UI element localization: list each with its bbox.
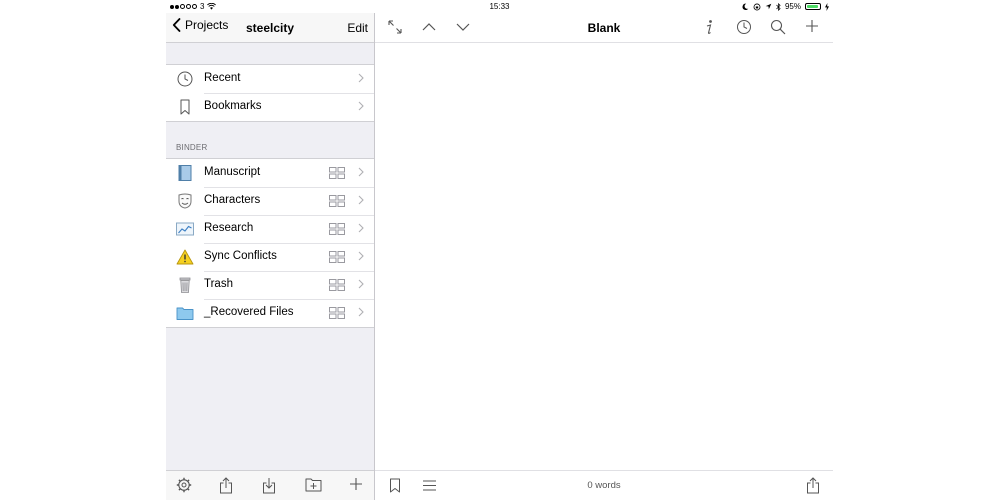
scrivener-app: 3 15:33 95% Projects steelcity Edit Rece… <box>166 0 833 500</box>
research-icon <box>176 222 194 236</box>
warning-icon <box>176 249 194 265</box>
sidebar-item-label: Recent <box>204 72 241 84</box>
binder-item-label: Characters <box>204 194 261 206</box>
chevron-right-icon <box>358 167 364 177</box>
binder-item-manuscript[interactable]: Manuscript <box>166 159 374 187</box>
bluetooth-icon <box>776 2 781 11</box>
binder-item-label: Manuscript <box>204 166 261 178</box>
trash-icon <box>179 277 191 293</box>
binder-item-trash[interactable]: Trash <box>166 271 374 299</box>
share-icon[interactable] <box>219 477 233 494</box>
battery-icon <box>805 3 821 10</box>
manuscript-icon <box>178 165 192 181</box>
word-count: 0 words <box>587 480 621 491</box>
binder-item-characters[interactable]: Characters <box>166 187 374 215</box>
moon-icon <box>742 3 749 10</box>
binder-item-label: _Recovered Files <box>204 306 294 318</box>
sidebar-toolbar <box>166 470 374 500</box>
chevron-right-icon <box>358 101 364 111</box>
location-icon <box>765 3 772 10</box>
history-icon[interactable] <box>736 19 752 35</box>
corkboard-icon[interactable] <box>329 307 345 319</box>
text-editor[interactable] <box>375 43 833 471</box>
share-icon[interactable] <box>806 477 820 494</box>
editor-pane: Blank 0 words <box>375 13 833 500</box>
binder-sidebar: Projects steelcity Edit Recent Bookmarks <box>166 13 375 500</box>
binder-item-recovered-files[interactable]: _Recovered Files <box>166 299 374 327</box>
binder-item-sync-conflicts[interactable]: Sync Conflicts <box>166 243 374 271</box>
sidebar-nav-bar: Projects steelcity Edit <box>166 13 374 43</box>
inspector-icon[interactable] <box>703 19 715 36</box>
edit-button[interactable]: Edit <box>347 21 368 35</box>
add-document-icon[interactable] <box>805 19 819 33</box>
binder-item-label: Research <box>204 222 254 234</box>
battery-percent: 95% <box>784 2 801 11</box>
status-time: 15:33 <box>489 2 510 11</box>
chevron-right-icon <box>358 251 364 261</box>
status-right: 95% <box>742 0 829 13</box>
binder-list: Manuscript Characters Research Sync Conf… <box>166 158 374 328</box>
sidebar-item-label: Bookmarks <box>204 100 262 112</box>
editor-nav-bar: Blank <box>375 13 833 43</box>
back-button-label: Projects <box>185 18 229 32</box>
add-icon[interactable] <box>349 477 363 491</box>
chevron-right-icon <box>358 223 364 233</box>
sidebar-item-recent[interactable]: Recent <box>166 65 374 93</box>
corkboard-icon[interactable] <box>329 251 345 263</box>
binder-item-label: Sync Conflicts <box>204 250 277 262</box>
quick-access-group: Recent Bookmarks <box>166 64 374 122</box>
sidebar-item-bookmarks[interactable]: Bookmarks <box>166 93 374 121</box>
settings-icon[interactable] <box>176 477 192 493</box>
document-title: Blank <box>587 21 621 35</box>
search-icon[interactable] <box>770 19 786 35</box>
binder-item-research[interactable]: Research <box>166 215 374 243</box>
corkboard-icon[interactable] <box>329 167 345 179</box>
binder-item-label: Trash <box>204 278 233 290</box>
corkboard-icon[interactable] <box>329 223 345 235</box>
new-folder-icon[interactable] <box>305 477 322 492</box>
binder-section-header: BINDER <box>176 143 208 152</box>
charging-icon <box>825 2 829 11</box>
corkboard-icon[interactable] <box>329 195 345 207</box>
status-bar: 3 15:33 95% <box>166 0 833 13</box>
clock-icon <box>177 71 193 87</box>
characters-icon <box>178 193 192 209</box>
chevron-right-icon <box>358 195 364 205</box>
chevron-right-icon <box>358 307 364 317</box>
folder-icon <box>176 307 194 320</box>
rotation-lock-icon <box>753 3 761 10</box>
chevron-right-icon <box>358 73 364 83</box>
corkboard-icon[interactable] <box>329 279 345 291</box>
chevron-right-icon <box>358 279 364 289</box>
import-icon[interactable] <box>262 477 276 494</box>
chevron-left-icon <box>172 18 181 32</box>
back-to-projects-button[interactable]: Projects <box>172 18 228 32</box>
editor-toolbar: 0 words <box>375 470 833 500</box>
bookmark-icon <box>180 99 190 115</box>
